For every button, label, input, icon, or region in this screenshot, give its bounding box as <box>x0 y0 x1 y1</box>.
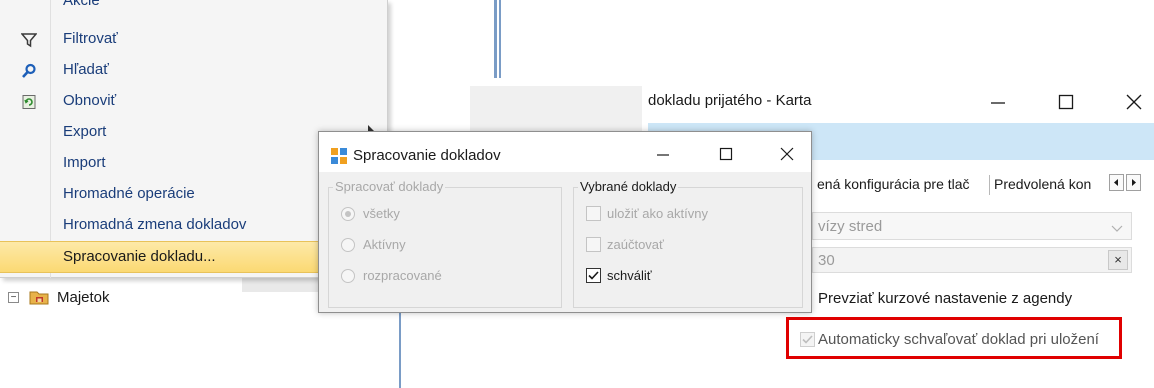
radio-rozpracovane[interactable]: rozpracované <box>341 268 442 283</box>
checkbox-label: schváliť <box>607 268 652 283</box>
collapse-icon[interactable]: − <box>8 291 19 303</box>
menu-item-label: Hromadná zmena dokladov <box>63 216 247 233</box>
field-value: 30 <box>818 252 835 269</box>
folder-icon <box>29 289 49 305</box>
check-schvalit[interactable]: schváliť <box>586 268 652 283</box>
radio-button[interactable] <box>341 268 355 283</box>
group-title: Spracovať doklady <box>333 179 446 194</box>
menu-item-label: Filtrovať <box>63 30 118 47</box>
menu-item-label: Akcie <box>63 0 100 9</box>
background-vertical-line-3 <box>399 310 401 388</box>
kurz-label: Prevziať kurzové nastavenie z agendy <box>818 290 1073 307</box>
background-vertical-line-2 <box>499 0 501 78</box>
dialog-close-button[interactable] <box>777 144 797 164</box>
radio-label: Aktívny <box>363 237 406 252</box>
menu-item-label: Import <box>63 154 106 171</box>
group-title: Vybrané doklady <box>578 179 679 194</box>
checkbox-label: uložiť ako aktívny <box>607 206 708 221</box>
auto-approve-label: Automaticky schvaľovať doklad pri uložen… <box>818 331 1099 348</box>
chevron-down-icon <box>1111 221 1123 238</box>
dialog-maximize-button[interactable] <box>716 144 736 164</box>
checkbox[interactable] <box>586 268 601 283</box>
menu-item-label: Hromadné operácie <box>63 185 195 202</box>
checkbox[interactable] <box>586 206 601 221</box>
dialog-minimize-button[interactable] <box>653 144 673 164</box>
tab-scroll-left-button[interactable] <box>1109 174 1124 191</box>
checkbox-label: zaúčtovať <box>607 237 664 252</box>
radio-label: rozpracované <box>363 268 442 283</box>
group-spracovat-doklady: Spracovať doklady všetky Aktívny rozprac… <box>328 179 562 308</box>
check-ulozit-aktivny[interactable]: uložiť ako aktívny <box>586 206 708 221</box>
maximize-button[interactable] <box>1056 92 1076 112</box>
menu-item-filtrovat[interactable]: Filtrovať <box>0 24 388 55</box>
dialog-app-icon <box>330 147 348 165</box>
clear-button[interactable]: × <box>1108 250 1128 270</box>
check-zauctovat[interactable]: zaúčtovať <box>586 237 664 252</box>
spracovanie-dialog: Spracovanie dokladov Spracovať doklady v… <box>318 131 812 313</box>
combo-value: vízy stred <box>818 218 883 235</box>
radio-button[interactable] <box>341 206 355 221</box>
stred-combo[interactable]: vízy stred <box>812 212 1132 240</box>
tree-item-majetok[interactable]: − Majetok <box>8 286 110 308</box>
search-icon <box>20 62 38 80</box>
group-vybrane-doklady: Vybrané doklady uložiť ako aktívny zaúčt… <box>573 179 803 308</box>
tree-item-label: Majetok <box>57 288 110 306</box>
refresh-icon <box>20 93 38 111</box>
radio-label: všetky <box>363 206 400 221</box>
radio-aktivny[interactable]: Aktívny <box>341 237 406 252</box>
dialog-body: Spracovať doklady všetky Aktívny rozprac… <box>319 172 811 312</box>
menu-item-label: Spracovanie dokladu... <box>63 248 216 265</box>
minimize-button[interactable] <box>988 92 1008 112</box>
tab-separator <box>989 175 990 195</box>
close-button[interactable] <box>1124 92 1144 112</box>
dialog-title: Spracovanie dokladov <box>353 147 501 164</box>
tab-konfiguracia-tlac[interactable]: ená konfigurácia pre tlač <box>817 176 970 192</box>
radio-vsetky[interactable]: všetky <box>341 206 400 221</box>
checkbox[interactable] <box>586 237 601 252</box>
menu-item-label: Export <box>63 123 107 140</box>
menu-item-label: Obnoviť <box>63 92 117 109</box>
auto-approve-checkbox[interactable] <box>800 332 815 347</box>
menu-item-label: Hľadať <box>63 61 109 78</box>
radio-button[interactable] <box>341 237 355 252</box>
background-strip <box>242 278 320 292</box>
menu-item-akcie[interactable]: Akcie <box>0 0 388 18</box>
window-title: dokladu prijatého - Karta <box>648 92 812 109</box>
background-vertical-line <box>494 0 497 78</box>
background-panel <box>470 86 642 133</box>
tab-predvolena[interactable]: Predvolená kon <box>994 176 1091 192</box>
menu-item-hladat[interactable]: Hľadať <box>0 55 388 86</box>
filter-icon <box>20 31 38 49</box>
value-field[interactable]: 30 × <box>812 247 1132 273</box>
menu-item-obnovit[interactable]: Obnoviť <box>0 86 388 117</box>
tab-scroll-right-button[interactable] <box>1126 174 1141 191</box>
